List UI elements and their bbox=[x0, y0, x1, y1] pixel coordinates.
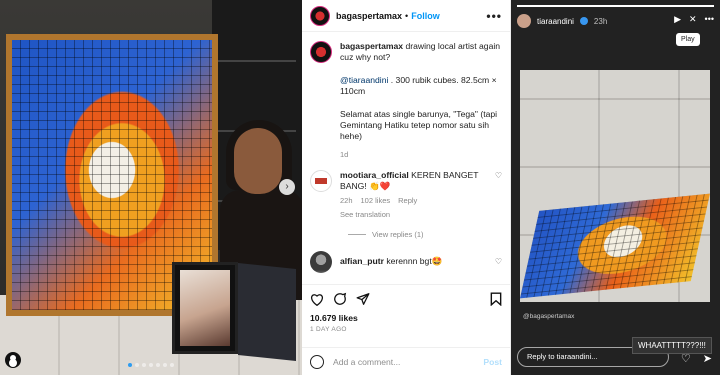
post-username[interactable]: bagaspertamax bbox=[336, 11, 402, 21]
avatar[interactable] bbox=[310, 5, 330, 26]
story-avatar[interactable] bbox=[517, 14, 531, 28]
play-tooltip: Play bbox=[676, 33, 700, 46]
next-image-button[interactable]: › bbox=[279, 179, 295, 195]
comment: mootiara_official KEREN BANGET BANG! 👏❤️… bbox=[302, 170, 510, 220]
more-options-icon[interactable]: ••• bbox=[486, 9, 502, 23]
replies-line bbox=[348, 234, 366, 236]
post-comment-button[interactable]: Post bbox=[483, 357, 502, 367]
mute-icon[interactable]: ✕ bbox=[689, 14, 697, 25]
caption-mention[interactable]: @tiaraandini bbox=[340, 75, 388, 85]
comment-username[interactable]: mootiara_official bbox=[340, 170, 409, 180]
caption-time: 1d bbox=[340, 149, 349, 159]
comment-like-icon[interactable]: ♡ bbox=[495, 170, 502, 220]
carousel-dots bbox=[128, 363, 174, 367]
post-header: bagaspertamax • Follow ••• bbox=[302, 0, 510, 32]
story-username[interactable]: tiaraandini bbox=[537, 17, 574, 26]
comment-time: 22h bbox=[340, 196, 353, 206]
story-viewer: tiaraandini 23h ▶ ✕ ••• @bagaspertamax R… bbox=[511, 0, 720, 375]
comment-likes[interactable]: 102 likes bbox=[361, 195, 391, 206]
comments-fade bbox=[302, 270, 510, 284]
play-icon[interactable]: ▶ bbox=[674, 14, 681, 25]
add-comment-bar: Add a comment... Post bbox=[302, 347, 510, 375]
post-photo[interactable]: › bbox=[0, 0, 302, 375]
post-actions: 10.679 likes 1 DAY AGO bbox=[302, 284, 510, 333]
likes-count[interactable]: 10.679 likes bbox=[310, 313, 502, 323]
view-replies[interactable]: View replies (1) bbox=[348, 230, 510, 239]
story-photo bbox=[520, 70, 710, 302]
story-text-overlay: WHAATTTTT???!!! bbox=[632, 337, 712, 354]
post-panel: bagaspertamax • Follow ••• bagaspertamax… bbox=[302, 0, 511, 375]
emoji-icon[interactable] bbox=[310, 354, 324, 369]
story-watermark: @bagaspertamax bbox=[523, 313, 575, 320]
story-progress-bar bbox=[517, 5, 714, 7]
comment-text: kerennn bgt🤩 bbox=[386, 256, 443, 267]
caption-line-3: Selamat atas single barunya, "Tega" (tap… bbox=[340, 108, 498, 142]
follow-button[interactable]: Follow bbox=[411, 11, 440, 21]
caption-avatar[interactable] bbox=[310, 41, 332, 63]
story-rubik-mosaic bbox=[520, 193, 710, 299]
laptop bbox=[168, 262, 298, 362]
comment-input[interactable]: Add a comment... bbox=[333, 357, 400, 367]
post-date: 1 DAY AGO bbox=[310, 326, 347, 333]
share-icon[interactable] bbox=[356, 292, 370, 306]
more-options-icon[interactable]: ••• bbox=[705, 14, 714, 25]
instagram-window: › bagaspertamax • Follow ••• bagaspertam… bbox=[0, 0, 720, 375]
story-time: 23h bbox=[593, 16, 608, 26]
caption: bagaspertamax drawing local artist again… bbox=[302, 32, 510, 160]
story-controls: ▶ ✕ ••• bbox=[674, 14, 714, 25]
comment-icon[interactable] bbox=[333, 292, 347, 306]
bookmark-icon[interactable] bbox=[490, 292, 502, 306]
view-replies-label: View replies (1) bbox=[372, 230, 424, 240]
comment-reply-button[interactable]: Reply bbox=[398, 195, 417, 206]
comment-avatar[interactable] bbox=[310, 170, 332, 193]
see-translation-link[interactable]: See translation bbox=[340, 209, 390, 220]
header-separator: • bbox=[405, 10, 409, 21]
tagged-user-icon[interactable] bbox=[5, 352, 21, 368]
comment-username[interactable]: alfian_putr bbox=[340, 256, 384, 266]
caption-username[interactable]: bagaspertamax bbox=[340, 41, 403, 51]
like-heart-icon[interactable] bbox=[310, 293, 324, 306]
verified-badge-icon bbox=[579, 17, 588, 25]
